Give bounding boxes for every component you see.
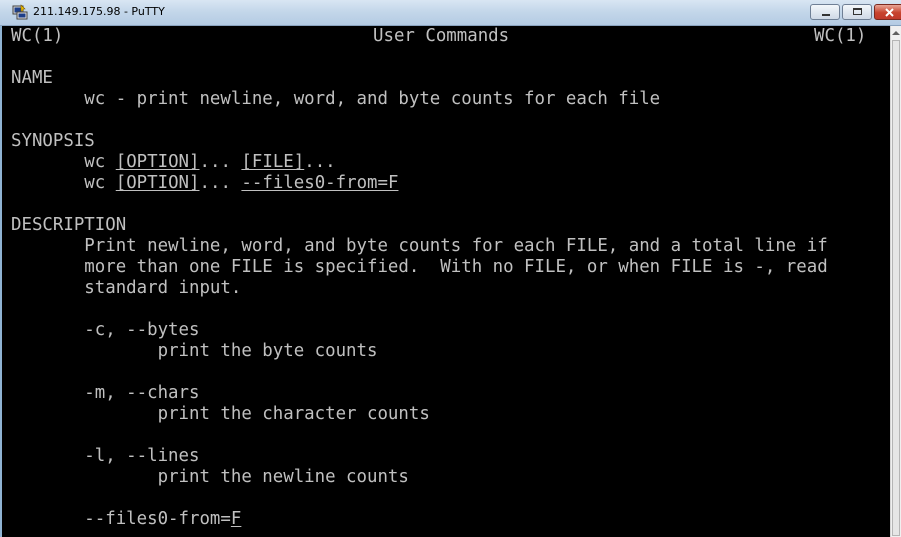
window-title: 211.149.175.98 - PuTTY bbox=[33, 5, 165, 18]
section-heading-synopsis: SYNOPSIS bbox=[11, 131, 95, 151]
description-line: Print newline, word, and byte counts for… bbox=[11, 236, 828, 257]
maximize-button[interactable] bbox=[842, 4, 872, 20]
synopsis-option: [OPTION] bbox=[115, 173, 200, 193]
description-text: Print newline, word, and byte counts for… bbox=[84, 236, 828, 256]
close-button[interactable] bbox=[874, 4, 901, 20]
section-heading-description: DESCRIPTION bbox=[11, 215, 127, 235]
minimize-icon bbox=[822, 14, 830, 16]
header-center: User Commands bbox=[373, 26, 510, 46]
maximize-icon bbox=[853, 8, 862, 15]
option-description-text: print the newline counts bbox=[157, 467, 409, 487]
synopsis-ellipsis: ... bbox=[199, 152, 231, 172]
option-description: print the newline counts bbox=[11, 467, 409, 488]
description-text: standard input. bbox=[84, 278, 242, 298]
putty-icon[interactable] bbox=[12, 4, 28, 20]
title-bar[interactable]: 211.149.175.98 - PuTTY bbox=[0, 0, 901, 26]
option-description: print the character counts bbox=[11, 404, 430, 425]
vertical-scrollbar[interactable] bbox=[890, 26, 901, 537]
close-icon bbox=[885, 8, 894, 17]
name-description-text: wc - print newline, word, and byte count… bbox=[84, 89, 661, 109]
synopsis-command: wc bbox=[84, 152, 106, 172]
synopsis-line: wc [OPTION]... --files0-from=F bbox=[11, 173, 398, 194]
name-description: wc - print newline, word, and byte count… bbox=[11, 89, 660, 110]
header-right: WC(1) bbox=[814, 26, 867, 46]
option-flag: -m, --chars bbox=[11, 383, 199, 404]
header-left: WC(1) bbox=[11, 26, 64, 46]
scroll-up-arrow-icon[interactable] bbox=[892, 31, 900, 35]
option-flag: -c, --bytes bbox=[11, 320, 199, 341]
synopsis-option: [OPTION] bbox=[115, 152, 200, 172]
synopsis-argument: [FILE] bbox=[241, 152, 305, 172]
section-heading-name: NAME bbox=[11, 68, 53, 88]
man-header: WC(1) User Commands WC(1) bbox=[11, 26, 866, 47]
description-line: standard input. bbox=[11, 278, 241, 299]
synopsis-ellipsis: ... bbox=[199, 173, 231, 193]
description-text: more than one FILE is specified. With no… bbox=[84, 257, 828, 277]
option-flag: -l, --lines bbox=[11, 446, 199, 467]
synopsis-line: wc [OPTION]... [FILE]... bbox=[11, 152, 336, 173]
option-flag-text: -l, --lines bbox=[84, 446, 200, 466]
option-flag-text: --files0-from= bbox=[84, 509, 231, 529]
option-description: print the byte counts bbox=[11, 341, 378, 362]
option-description-text: print the byte counts bbox=[157, 341, 378, 361]
synopsis-command: wc bbox=[84, 173, 106, 193]
option-flag: --files0-from=F bbox=[11, 509, 241, 530]
option-description-text: print the character counts bbox=[157, 404, 430, 424]
description-line: more than one FILE is specified. With no… bbox=[11, 257, 828, 278]
option-flag-text: -m, --chars bbox=[84, 383, 200, 403]
option-flag-text: -c, --bytes bbox=[84, 320, 200, 340]
scrollbar-thumb[interactable] bbox=[892, 40, 900, 536]
minimize-button[interactable] bbox=[810, 4, 840, 20]
option-argument: F bbox=[230, 509, 242, 529]
terminal-screen[interactable]: WC(1) User Commands WC(1) NAME wc - print … bbox=[2, 26, 890, 537]
synopsis-ellipsis: ... bbox=[304, 152, 336, 172]
synopsis-argument: --files0-from=F bbox=[241, 173, 399, 193]
